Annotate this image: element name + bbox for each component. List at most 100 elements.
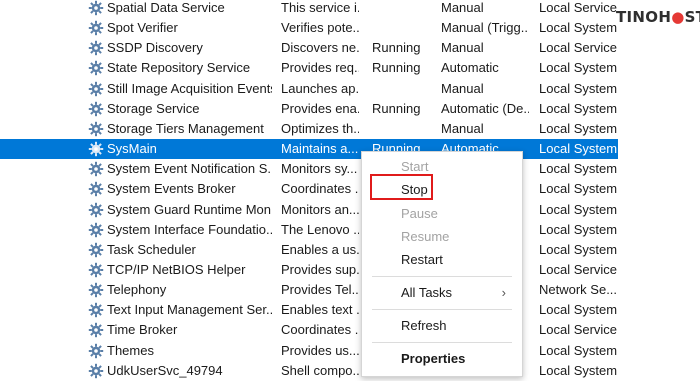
service-name: SSDP Discovery — [107, 40, 203, 56]
service-name: Spatial Data Service — [107, 0, 225, 15]
gear-icon — [88, 262, 104, 278]
service-name: SysMain — [107, 141, 157, 157]
service-log-on-as: Local System — [539, 181, 617, 197]
service-description: Provides us... — [281, 342, 359, 358]
service-row[interactable]: Still Image Acquisition Events Launches a… — [0, 79, 618, 99]
service-row[interactable]: System Interface Foundatio... The Lenovo … — [0, 220, 618, 240]
service-description: Verifies pote... — [281, 20, 359, 36]
service-log-on-as: Local Service — [539, 40, 617, 56]
service-description: Maintains a... — [281, 141, 359, 157]
service-row[interactable]: System Event Notification S... Monitors s… — [0, 159, 618, 179]
gear-icon — [88, 81, 104, 97]
service-startup-type: Manual — [441, 80, 484, 96]
service-log-on-as: Local System — [539, 100, 617, 116]
service-row[interactable]: TCP/IP NetBIOS Helper Provides sup... Loca… — [0, 260, 618, 280]
gear-icon — [88, 222, 104, 238]
service-name: Time Broker — [107, 322, 178, 338]
service-startup-type: Automatic — [441, 60, 499, 76]
stop-highlight-box — [370, 174, 433, 200]
gear-icon — [88, 202, 104, 218]
service-description: Coordinates ... — [281, 181, 359, 197]
service-row[interactable]: System Events Broker Coordinates ... Local… — [0, 179, 618, 199]
gear-icon — [88, 60, 104, 76]
service-status: Running — [372, 100, 421, 116]
gear-icon — [88, 40, 104, 56]
gear-icon — [88, 282, 104, 298]
service-name: State Repository Service — [107, 60, 251, 76]
service-name: Task Scheduler — [107, 241, 196, 257]
service-startup-type: Manual — [441, 0, 484, 15]
menu-item-restart[interactable]: Restart — [362, 249, 522, 271]
service-row[interactable]: Storage Tiers Management Optimizes th... M… — [0, 119, 618, 139]
service-startup-type: Manual — [441, 40, 484, 56]
service-description: The Lenovo ... — [281, 221, 359, 237]
gear-icon — [88, 363, 104, 379]
service-row[interactable]: Spatial Data Service This service i... Man… — [0, 0, 618, 18]
service-startup-type: Manual (Trigg... — [441, 20, 529, 36]
service-log-on-as: Local System — [539, 80, 617, 96]
service-status: Running — [372, 60, 421, 76]
service-description: Launches ap... — [281, 80, 359, 96]
service-log-on-as: Local Service — [539, 0, 617, 15]
service-row[interactable]: Task Scheduler Enables a us... Local Syste… — [0, 240, 618, 260]
service-name: System Event Notification S... — [107, 161, 272, 177]
gear-icon — [88, 322, 104, 338]
service-log-on-as: Local System — [539, 60, 617, 76]
service-row[interactable]: Time Broker Coordinates ... Local Service — [0, 320, 618, 340]
service-row[interactable]: Spot Verifier Verifies pote... Manual (Tri… — [0, 18, 618, 38]
service-description: Provides sup... — [281, 261, 359, 277]
service-description: Discovers ne... — [281, 40, 359, 56]
service-row[interactable]: State Repository Service Provides req... R… — [0, 58, 618, 78]
gear-icon — [88, 0, 104, 16]
service-log-on-as: Local Service — [539, 322, 617, 338]
service-row[interactable]: Telephony Provides Tel... Network Se... — [0, 280, 618, 300]
service-name: TCP/IP NetBIOS Helper — [107, 261, 246, 277]
service-log-on-as: Network Se... — [539, 282, 617, 298]
service-row[interactable]: Storage Service Provides ena... Running Aut… — [0, 99, 618, 119]
gear-icon — [88, 141, 104, 157]
service-description: Provides Tel... — [281, 282, 359, 298]
menu-separator — [372, 342, 512, 343]
service-startup-type: Automatic (De... — [441, 100, 529, 116]
service-name: Storage Tiers Management — [107, 120, 264, 136]
service-log-on-as: Local Service — [539, 261, 617, 277]
service-name: Still Image Acquisition Events — [107, 80, 272, 96]
service-description: Shell compo... — [281, 362, 359, 378]
service-name: System Guard Runtime Mon... — [107, 201, 272, 217]
service-log-on-as: Local System — [539, 302, 617, 318]
menu-item-properties[interactable]: Properties — [362, 348, 522, 370]
service-description: Enables text ... — [281, 302, 359, 318]
service-row[interactable]: Themes Provides us... Local System — [0, 341, 618, 361]
gear-icon — [88, 343, 104, 359]
service-name: UdkUserSvc_49794 — [107, 362, 223, 378]
gear-icon — [88, 302, 104, 318]
menu-item-resume: Resume — [401, 229, 450, 244]
service-row[interactable]: SSDP Discovery Discovers ne... Running Manu… — [0, 38, 618, 58]
service-description: This service i... — [281, 0, 359, 15]
service-name: Text Input Management Ser... — [107, 302, 272, 318]
menu-item-refresh[interactable]: Refresh — [362, 315, 522, 337]
service-row[interactable]: Text Input Management Ser... Enables text… — [0, 300, 618, 320]
service-description: Coordinates ... — [281, 322, 359, 338]
menu-separator — [372, 276, 512, 277]
gear-icon — [88, 101, 104, 117]
service-description: Monitors sy... — [281, 161, 358, 177]
service-log-on-as: Local System — [539, 241, 617, 257]
service-status: Running — [372, 40, 421, 56]
service-startup-type: Manual — [441, 120, 484, 136]
service-log-on-as: Local System — [539, 221, 617, 237]
service-log-on-as: Local System — [539, 120, 617, 136]
service-log-on-as: Local System — [539, 161, 617, 177]
menu-item-pause: Pause — [401, 206, 438, 221]
service-row[interactable]: UdkUserSvc_49794 Shell compo... Local Syst… — [0, 361, 618, 381]
service-name: Telephony — [107, 282, 167, 298]
service-row[interactable]: System Guard Runtime Mon... Monitors an..… — [0, 200, 618, 220]
brand-logo: TINOH●ST — [616, 8, 700, 26]
gear-icon — [88, 121, 104, 137]
service-name: Spot Verifier — [107, 20, 178, 36]
service-row[interactable]: SysMain Maintains a... Running Automatic Loc… — [0, 139, 618, 160]
service-name: System Events Broker — [107, 181, 236, 197]
service-log-on-as: Local System — [539, 201, 617, 217]
service-description: Provides ena... — [281, 100, 359, 116]
menu-item-all-tasks[interactable]: All Tasks › — [362, 282, 522, 304]
